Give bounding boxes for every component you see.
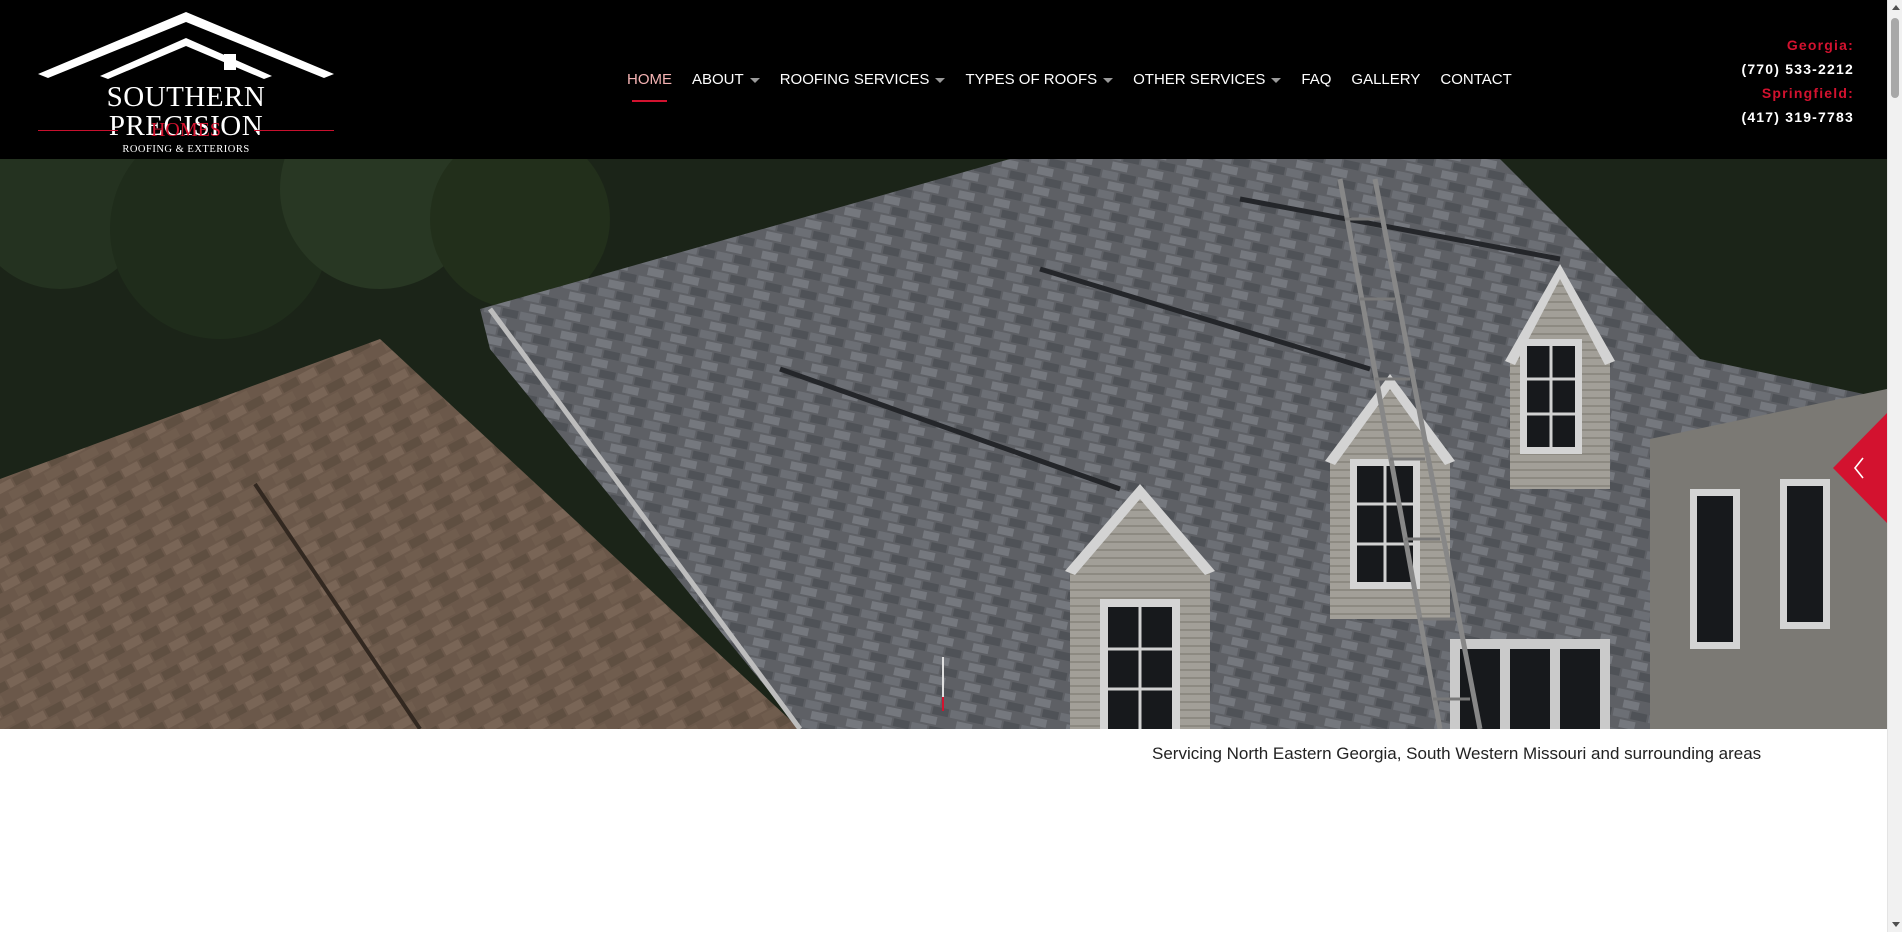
nav-other-services-label: OTHER SERVICES bbox=[1133, 70, 1266, 88]
site-header: SOUTHERN PRECISION HOMES ROOFING & EXTER… bbox=[0, 0, 1887, 159]
nav-faq[interactable]: FAQ bbox=[1301, 68, 1331, 90]
site-logo[interactable]: SOUTHERN PRECISION HOMES ROOFING & EXTER… bbox=[38, 12, 334, 155]
caret-down-icon bbox=[749, 77, 760, 83]
service-area-tagline: Servicing North Eastern Georgia, South W… bbox=[1152, 744, 1762, 763]
scroll-down-indicator[interactable] bbox=[942, 657, 944, 711]
georgia-phone-link[interactable]: (770) 533-2212 bbox=[1741, 57, 1854, 81]
slider-prev-button[interactable] bbox=[1833, 413, 1887, 523]
scroll-up-arrow-icon[interactable] bbox=[1892, 5, 1900, 10]
scrollbar-thumb[interactable] bbox=[1891, 18, 1899, 98]
nav-roofing-services[interactable]: ROOFING SERVICES bbox=[780, 68, 946, 90]
scroll-down-arrow-icon[interactable] bbox=[1892, 922, 1900, 927]
georgia-label: Georgia: bbox=[1786, 37, 1854, 53]
nav-gallery[interactable]: GALLERY bbox=[1351, 68, 1420, 90]
nav-faq-label: FAQ bbox=[1301, 70, 1332, 88]
nav-other-services[interactable]: OTHER SERVICES bbox=[1133, 68, 1282, 90]
nav-contact[interactable]: CONTACT bbox=[1440, 68, 1511, 90]
caret-down-icon bbox=[1271, 77, 1282, 83]
logo-subtitle: ROOFING & EXTERIORS bbox=[122, 144, 250, 155]
springfield-phone-link[interactable]: (417) 319-7783 bbox=[1741, 105, 1854, 129]
main-nav: HOME ABOUT ROOFING SERVICES TYPES OF ROO… bbox=[627, 68, 1532, 102]
page-scrollbar[interactable] bbox=[1887, 0, 1902, 932]
nav-home[interactable]: HOME bbox=[627, 68, 672, 102]
nav-gallery-label: GALLERY bbox=[1351, 70, 1421, 88]
contact-phones: Georgia: (770) 533-2212 Springfield: (41… bbox=[1741, 33, 1854, 129]
springfield-label: Springfield: bbox=[1761, 85, 1854, 101]
nav-roofing-services-label: ROOFING SERVICES bbox=[779, 70, 930, 88]
caret-down-icon bbox=[935, 77, 946, 83]
nav-types-of-roofs-label: TYPES OF ROOFS bbox=[965, 70, 1098, 88]
hero-roof-image bbox=[0, 159, 1887, 729]
logo-homes: HOMES bbox=[150, 119, 221, 141]
house-roof-logo-icon bbox=[38, 12, 334, 79]
hero-slider bbox=[0, 159, 1887, 729]
nav-types-of-roofs[interactable]: TYPES OF ROOFS bbox=[965, 68, 1114, 90]
nav-about-label: ABOUT bbox=[692, 70, 744, 88]
nav-contact-label: CONTACT bbox=[1440, 70, 1512, 88]
caret-down-icon bbox=[1103, 77, 1114, 83]
nav-home-label: HOME bbox=[627, 70, 672, 88]
nav-about[interactable]: ABOUT bbox=[692, 68, 760, 90]
